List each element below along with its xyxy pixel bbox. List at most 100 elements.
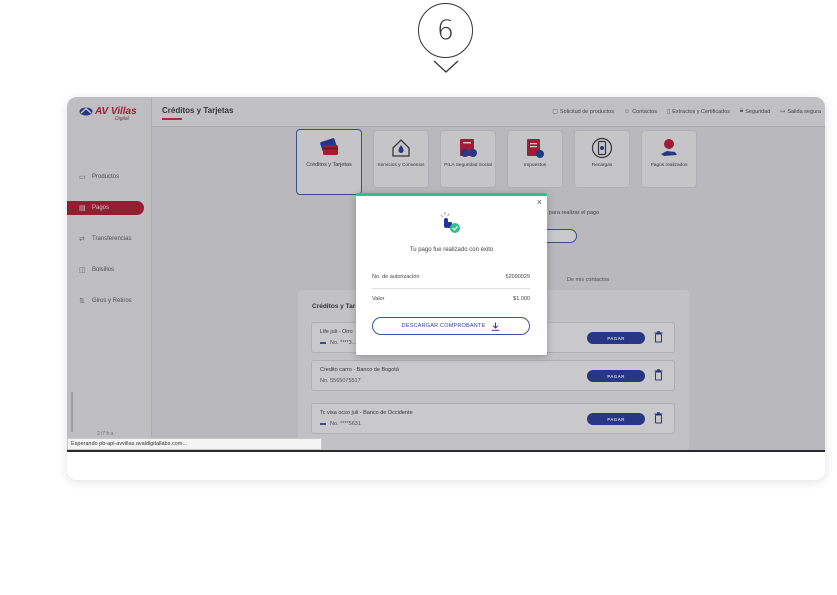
sidebar-item-transferencias[interactable]: ⇄ Transferencias [79,232,149,246]
topnav-label: Extractos y Certificados [672,108,731,115]
topnav-solicitud[interactable]: ▢ Solicitud de productos [552,108,615,116]
tile-pila-seguridad-social[interactable]: PILA Seguridad Social [440,130,496,188]
credit-cards-icon [320,138,338,155]
item-number: No. ****3... [320,340,356,346]
item-number: No. ****5631 [320,421,361,427]
panel-title: Créditos y Tar [312,303,356,310]
sidebar-item-pagos[interactable]: ▤ Pagos [67,201,144,215]
pay-button[interactable]: PAGAR [587,413,645,425]
item-number-text: No. ****5631 [330,421,361,427]
sidebar-item-label: Productos [92,174,120,180]
browser-status-bar: Esperando pb-api-avvillas.avaldigitallab… [67,438,322,450]
item-name: Credito carro - Banco de Bogotá [320,367,399,373]
top-navigation: ▢ Solicitud de productos ☺ Contactos ▯ Extr… [552,108,821,115]
chevron-down-icon [433,60,459,73]
tile-pagos-realizados[interactable]: Pagos realizados [641,130,697,188]
sidebar-item-productos[interactable]: ▭ Productos [79,170,149,184]
taxes-icon [527,139,544,158]
item-name: Tc visa ocso juli - Banco de Occidente [320,410,413,416]
sidebar-item-label: Giros y Retiros [92,298,132,304]
download-icon [492,322,500,331]
tile-impuestos[interactable]: Impuestos [507,130,563,188]
logout-icon: ↦ [780,109,786,115]
row-value: $1.000 [513,296,530,302]
topnav-label: Contactos [632,108,657,115]
topnav-contactos[interactable]: ☺ Contactos [624,108,657,115]
sidebar-scrollbar[interactable] [71,392,73,432]
payment-icon: ▤ [79,205,86,212]
tile-label: PILA Seguridad Social [444,163,492,168]
sidebar-item-label: Transferencias [92,236,132,242]
sidebar-item-label: Pagos [92,205,110,211]
topnav-label: Salida segura [787,108,821,115]
top-header: Créditos y Tarjetas ▢ Solicitud de produc… [152,97,825,127]
tab-contacts[interactable]: De mis contactos [567,277,609,283]
cards-icon: ▭ [79,174,86,181]
house-drop-icon [392,139,410,157]
social-security-icon [460,139,477,157]
amount-row: Valor $1.000 [372,296,530,302]
tile-recargas[interactable]: Recargas [574,130,630,188]
payments-done-icon [661,139,677,156]
lock-icon: 🔒︎ [740,108,744,114]
phone-topup-icon [591,137,613,159]
page-title: Créditos y Tarjetas [162,106,234,115]
tile-label: Servicios y Convenios [377,163,425,168]
tile-label: Créditos y Tarjetas [306,162,352,168]
contacts-icon: ☺ [624,108,631,115]
success-message: Tu pago fue realizado con éxito [409,247,494,253]
payment-success-modal: × Tu pago fue realizado con éxito No. de… [356,193,547,355]
tile-label: Recargas [591,163,613,168]
sidebar-footer: 2 i7 b a [97,431,114,437]
tutorial-frame: 6 AV Villas Digital ▭ Productos ▤ Pagos … [0,0,837,595]
topnav-label: Solicitud de productos [559,108,615,115]
sidebar: AV Villas Digital ▭ Productos ▤ Pagos ⇄ … [67,97,152,450]
flag-icon [320,423,326,425]
item-number-text: No. 5565075517 [320,378,361,384]
sidebar-item-bolsillos[interactable]: ◫ Bolsillos [79,263,149,277]
topnav-extractos[interactable]: ▯ Extractos y Certificados [666,108,731,116]
pay-button[interactable]: PAGAR [587,332,645,344]
topnav-salida[interactable]: ↦ Salida segura [780,108,821,116]
file-icon: ▯ [666,109,671,115]
payable-item: Credito carro - Banco de Bogotá No. 5565… [311,360,675,391]
instruction-text: para realizar el pago [549,210,600,216]
logo-subtitle: Digital [115,116,129,122]
taskbar-edge [67,450,825,452]
item-number-text: No. ****3... [330,340,357,346]
trash-icon[interactable] [654,369,663,381]
sidebar-item-label: Bolsillos [92,267,115,273]
divider [372,288,530,289]
tile-servicios-convenios[interactable]: Servicios y Convenios [373,130,429,188]
screenshot-card: AV Villas Digital ▭ Productos ▤ Pagos ⇄ … [67,97,825,480]
title-underline [162,118,182,120]
download-button-label: DESCARGAR COMPROBANTE [401,323,486,329]
sidebar-item-giros[interactable]: ⇅ Giros y Retiros [79,294,149,308]
pocket-icon: ◫ [79,267,86,274]
trash-icon[interactable] [654,412,663,424]
trash-icon[interactable] [654,331,663,343]
tile-label: Impuestos [523,163,547,168]
banking-app: AV Villas Digital ▭ Productos ▤ Pagos ⇄ … [67,97,825,450]
av-villas-logo[interactable]: AV Villas Digital [79,105,144,125]
authorization-row: No. de autorización 52090029 [372,274,530,280]
withdraw-icon: ⇅ [79,298,85,305]
download-receipt-button[interactable]: DESCARGAR COMPROBANTE [372,317,530,335]
row-label: Valor [372,296,385,302]
row-value: 52090029 [505,274,530,280]
close-icon[interactable]: × [537,197,542,207]
transfer-icon: ⇄ [79,236,85,243]
tile-creditos-tarjetas[interactable]: Créditos y Tarjetas [296,129,362,195]
row-label: No. de autorización [372,274,420,280]
step-number: 6 [436,15,455,46]
success-hand-icon [440,212,460,233]
pay-button[interactable]: PAGAR [587,370,645,382]
topnav-label: Seguridad [745,108,771,115]
topnav-seguridad[interactable]: 🔒︎ Seguridad [740,108,770,115]
logo-mark-icon [79,107,93,116]
tile-label: Pagos realizados [650,163,688,168]
payment-category-tiles: Créditos y Tarjetas Servicios y Convenio… [296,129,697,195]
flag-icon [320,342,326,344]
document-icon: ▢ [552,109,558,115]
item-name: Life juli - Otro [320,329,353,335]
